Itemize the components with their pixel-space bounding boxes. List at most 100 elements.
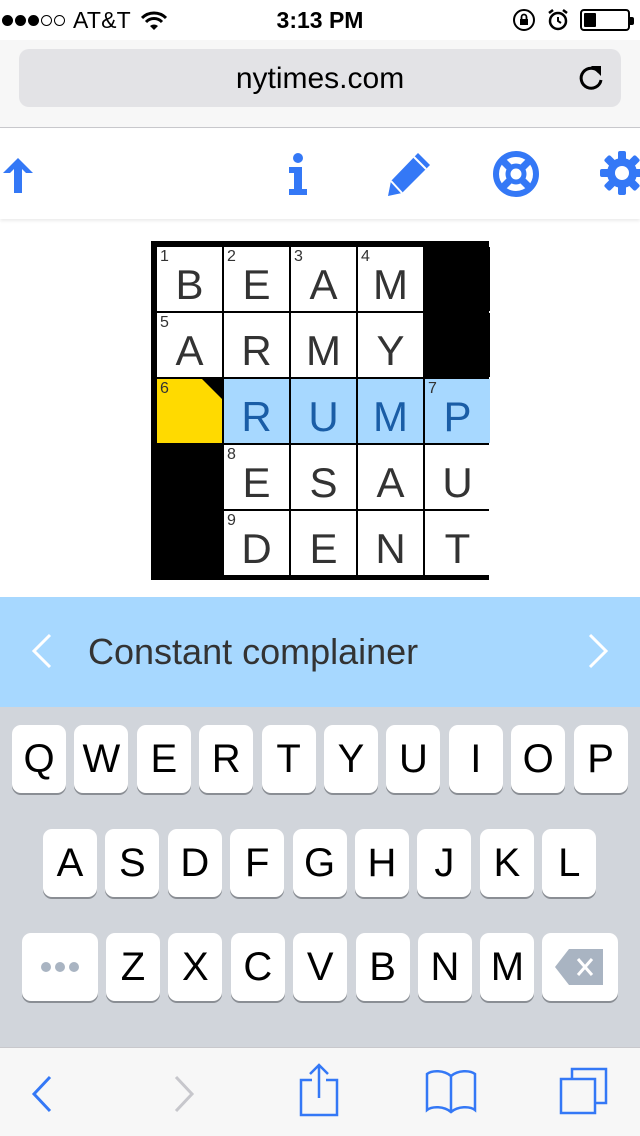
pencil-icon[interactable] [384, 151, 432, 197]
grid-cell[interactable]: U [291, 379, 356, 443]
lifebuoy-icon[interactable] [493, 151, 539, 197]
key-c[interactable]: C [230, 933, 285, 1001]
grid-cell[interactable]: U [425, 445, 490, 509]
arrow-up-icon[interactable] [0, 155, 36, 195]
grid-cell[interactable]: 8E [224, 445, 289, 509]
key-u[interactable]: U [386, 725, 441, 793]
gear-icon[interactable] [598, 149, 640, 197]
more-keys-button[interactable] [22, 933, 98, 1001]
cell-letter: S [309, 459, 338, 506]
status-bar: AT&T 3:13 PM [0, 0, 640, 40]
browser-address-area: nytimes.com [0, 40, 640, 128]
black-square [157, 511, 222, 575]
cell-letter: A [376, 459, 405, 506]
grid-cell[interactable]: T [425, 511, 490, 575]
cell-letter: E [309, 525, 338, 572]
grid-cell[interactable]: 4M [358, 247, 423, 311]
key-o[interactable]: O [511, 725, 566, 793]
grid-cell[interactable]: 1B [157, 247, 222, 311]
bookmarks-icon[interactable] [424, 1068, 478, 1114]
key-i[interactable]: I [448, 725, 503, 793]
cell-letter: Y [376, 327, 405, 374]
cell-letter: A [175, 327, 204, 374]
alarm-icon [548, 9, 568, 31]
forward-icon[interactable] [172, 1074, 196, 1114]
key-q[interactable]: Q [12, 725, 66, 793]
key-p[interactable]: P [573, 725, 628, 793]
cell-letter: U [442, 459, 473, 506]
tabs-icon[interactable] [558, 1066, 610, 1116]
grid-cell[interactable]: 9D [224, 511, 289, 575]
cell-letter: E [242, 459, 271, 506]
address-bar[interactable]: nytimes.com [19, 49, 621, 107]
rotation-lock-icon [513, 9, 535, 31]
url-text: nytimes.com [235, 62, 405, 95]
key-x[interactable]: X [168, 933, 223, 1001]
key-e[interactable]: E [136, 725, 191, 793]
crossword-toolbar [0, 129, 640, 219]
cell-letter: A [309, 261, 338, 308]
key-v[interactable]: V [293, 933, 348, 1001]
key-n[interactable]: N [418, 933, 472, 1001]
black-square [425, 247, 490, 311]
info-icon[interactable] [286, 153, 310, 195]
clue-number: 6 [160, 380, 169, 397]
grid-cell[interactable]: R [224, 313, 289, 377]
key-t[interactable]: T [261, 725, 316, 793]
key-k[interactable]: K [479, 829, 534, 897]
grid-cell[interactable]: A [358, 445, 423, 509]
key-z[interactable]: Z [106, 933, 160, 1001]
key-s[interactable]: S [105, 829, 160, 897]
cell-letter: R [241, 393, 272, 440]
grid-cell[interactable]: M [358, 379, 423, 443]
key-w[interactable]: W [74, 725, 129, 793]
ellipsis-icon [41, 962, 79, 972]
grid-cell[interactable]: 6 [157, 379, 222, 443]
grid-cell[interactable]: E [291, 511, 356, 575]
back-icon[interactable] [30, 1074, 54, 1114]
share-icon[interactable] [298, 1062, 340, 1118]
grid-cell[interactable]: Y [358, 313, 423, 377]
clue-text[interactable]: Constant complainer [88, 631, 418, 673]
cell-letter: E [242, 261, 271, 308]
cell-letter: T [444, 525, 471, 572]
key-y[interactable]: Y [324, 725, 378, 793]
cell-letter: N [375, 525, 406, 572]
key-h[interactable]: H [355, 829, 409, 897]
key-f[interactable]: F [230, 829, 285, 897]
battery-icon [580, 9, 634, 31]
clue-bar: Constant complainer [0, 597, 640, 707]
key-m[interactable]: M [480, 933, 535, 1001]
grid-cell[interactable]: 3A [291, 247, 356, 311]
browser-bottom-bar [0, 1047, 640, 1136]
grid-cell[interactable]: N [358, 511, 423, 575]
backspace-icon [555, 949, 603, 985]
key-b[interactable]: B [355, 933, 410, 1001]
key-d[interactable]: D [167, 829, 222, 897]
cell-letter: M [373, 393, 408, 440]
grid-cell[interactable]: 5A [157, 313, 222, 377]
delete-button[interactable] [542, 933, 618, 1001]
next-clue-icon[interactable] [586, 633, 610, 669]
key-j[interactable]: J [417, 829, 472, 897]
reload-icon[interactable] [577, 63, 605, 93]
crossword-grid: 1B2E3A4M5ARMY6RUM7P8ESAU9DENT [151, 241, 490, 580]
previous-clue-icon[interactable] [30, 633, 54, 669]
status-right [512, 8, 634, 32]
cell-letter: U [308, 393, 339, 440]
black-square [157, 445, 222, 509]
key-l[interactable]: L [542, 829, 597, 897]
grid-cell[interactable]: R [224, 379, 289, 443]
grid-cell[interactable]: M [291, 313, 356, 377]
grid-cell[interactable]: S [291, 445, 356, 509]
cell-letter: P [443, 393, 472, 440]
key-r[interactable]: R [199, 725, 254, 793]
cell-letter: R [241, 327, 272, 374]
grid-cell[interactable]: 2E [224, 247, 289, 311]
grid-cell[interactable]: 7P [425, 379, 490, 443]
cell-letter: M [306, 327, 341, 374]
key-g[interactable]: G [292, 829, 347, 897]
key-a[interactable]: A [43, 829, 97, 897]
cursor-corner-marker [202, 379, 222, 399]
black-square [425, 313, 490, 377]
